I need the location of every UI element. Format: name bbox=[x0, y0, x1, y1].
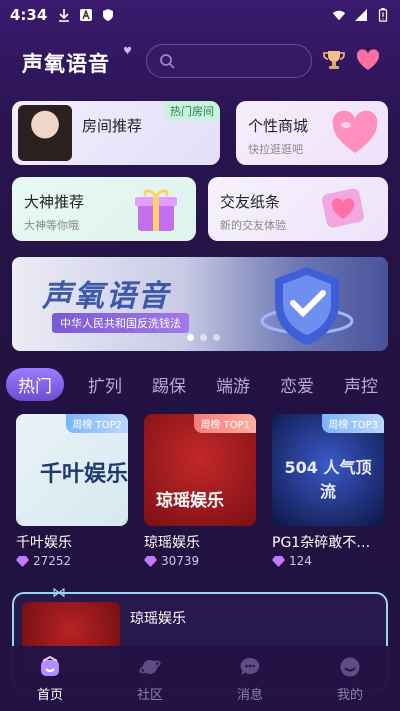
room-card[interactable]: 周榜 TOP2 千叶娱乐 千叶娱乐 27252 bbox=[16, 414, 128, 568]
room-recommend-title: 房间推荐 bbox=[82, 117, 143, 135]
status-time: 4:34 bbox=[10, 6, 48, 24]
chat-icon bbox=[240, 657, 260, 675]
room-popularity-count: 27252 bbox=[33, 554, 72, 568]
room-name: 琼瑶娱乐 bbox=[144, 535, 200, 551]
planet-icon bbox=[139, 660, 161, 674]
profile-icon bbox=[340, 657, 360, 677]
tab-pc-games[interactable]: 端游 bbox=[216, 372, 250, 397]
favorite-heart-icon[interactable] bbox=[355, 47, 381, 73]
app-logo: 声氧语音 bbox=[22, 52, 110, 76]
tab-kick[interactable]: 踢保 bbox=[152, 372, 186, 397]
room-rank-badge: 周榜 TOP2 bbox=[66, 414, 128, 433]
room-thumbnail-text: 504 人气顶流 bbox=[284, 458, 372, 501]
tab-expand[interactable]: 扩列 bbox=[88, 372, 122, 397]
room-thumbnail: 周榜 TOP1 琼瑶娱乐 bbox=[144, 414, 256, 526]
nav-profile[interactable]: 我的 bbox=[300, 646, 400, 711]
header: 声氧语音 ♥ bbox=[0, 40, 400, 84]
diamond-icon bbox=[16, 556, 29, 567]
pink-heart-icon bbox=[332, 110, 378, 153]
room-thumbnail: 周榜 TOP3 504 人气顶流 bbox=[272, 414, 384, 526]
app-a-icon bbox=[80, 9, 93, 21]
room-rank-badge: 周榜 TOP3 bbox=[322, 414, 384, 433]
bow-icon: ⋈ bbox=[52, 585, 66, 601]
banner-dot[interactable] bbox=[213, 334, 220, 341]
friend-note-subtitle: 新的交友体验 bbox=[220, 219, 286, 232]
category-tabs: 热门 扩列 踢保 端游 恋爱 声控 bbox=[0, 366, 400, 402]
home-icon bbox=[41, 656, 59, 676]
hot-room-badge: 热门房间 bbox=[164, 101, 220, 121]
tab-hot[interactable]: 热门 bbox=[6, 367, 64, 401]
master-recommend-card[interactable]: 大神推荐 大神等你哦 bbox=[12, 177, 196, 241]
personal-store-card[interactable]: 个性商城 快拉逛逛吧 bbox=[236, 101, 388, 165]
master-recommend-subtitle: 大神等你哦 bbox=[24, 219, 79, 232]
featured-room-name: 琼瑶娱乐 bbox=[130, 611, 186, 627]
room-card[interactable]: 周榜 TOP3 504 人气顶流 PG1杂碎敢不… 124 bbox=[272, 414, 384, 568]
room-name: PG1杂碎敢不… bbox=[272, 535, 371, 551]
wifi-icon bbox=[332, 10, 346, 21]
room-popularity-count: 30739 bbox=[161, 554, 200, 568]
banner-subtitle: 中华人民共和国反洗钱法 bbox=[52, 313, 189, 333]
search-icon bbox=[160, 54, 175, 69]
shield-check-icon bbox=[260, 267, 354, 345]
room-popularity-count: 124 bbox=[289, 554, 312, 568]
room-thumbnail: 周榜 TOP2 千叶娱乐 bbox=[16, 414, 128, 526]
banner-dot[interactable] bbox=[187, 334, 194, 341]
room-popularity: 30739 bbox=[144, 554, 256, 568]
diamond-icon bbox=[144, 556, 157, 567]
nav-messages-label: 消息 bbox=[236, 688, 263, 703]
personal-store-title: 个性商城 bbox=[248, 117, 309, 135]
friend-note-card[interactable]: 交友纸条 新的交友体验 bbox=[208, 177, 388, 241]
nav-home-label: 首页 bbox=[36, 688, 63, 703]
nav-profile-label: 我的 bbox=[336, 688, 363, 703]
room-rank-badge: 周榜 TOP1 bbox=[194, 414, 256, 433]
master-recommend-title: 大神推荐 bbox=[24, 193, 85, 211]
room-recommend-avatar bbox=[18, 105, 72, 161]
banner-pagination bbox=[187, 334, 220, 341]
room-thumbnail-text: 千叶娱乐 bbox=[40, 461, 128, 487]
tab-voice-control[interactable]: 声控 bbox=[344, 372, 378, 397]
search-bar[interactable] bbox=[146, 44, 312, 78]
logo-heart-icon: ♥ bbox=[123, 46, 132, 57]
gift-box-icon bbox=[135, 189, 177, 231]
nav-home[interactable]: 首页 bbox=[0, 646, 100, 711]
room-popularity: 124 bbox=[272, 554, 384, 568]
promo-banner[interactable]: 声氧语音 中华人民共和国反洗钱法 bbox=[12, 257, 388, 351]
nav-messages[interactable]: 消息 bbox=[200, 646, 300, 711]
battery-icon bbox=[378, 8, 388, 22]
room-thumbnail-text: 琼瑶娱乐 bbox=[156, 491, 224, 511]
banner-title: 声氧语音 bbox=[42, 279, 170, 314]
trophy-icon[interactable] bbox=[322, 48, 346, 72]
diamond-icon bbox=[272, 556, 285, 567]
room-recommend-card[interactable]: 房间推荐 热门房间 bbox=[12, 101, 220, 165]
nav-community-label: 社区 bbox=[136, 688, 163, 703]
heart-note-icon bbox=[321, 188, 365, 228]
bottom-navigation: 首页 社区 消息 我的 bbox=[0, 646, 400, 711]
nav-community[interactable]: 社区 bbox=[100, 646, 200, 711]
room-card[interactable]: 周榜 TOP1 琼瑶娱乐 琼瑶娱乐 30739 bbox=[144, 414, 256, 568]
search-input[interactable] bbox=[181, 49, 301, 73]
room-name: 千叶娱乐 bbox=[16, 535, 72, 551]
room-popularity: 27252 bbox=[16, 554, 128, 568]
signal-icon bbox=[355, 9, 367, 21]
status-bar: 4:34 bbox=[0, 0, 400, 30]
banner-dot[interactable] bbox=[200, 334, 207, 341]
personal-store-subtitle: 快拉逛逛吧 bbox=[248, 143, 303, 156]
tab-romance[interactable]: 恋爱 bbox=[280, 372, 314, 397]
shield-status-icon bbox=[103, 9, 114, 21]
download-icon bbox=[59, 9, 70, 22]
friend-note-title: 交友纸条 bbox=[220, 193, 281, 211]
